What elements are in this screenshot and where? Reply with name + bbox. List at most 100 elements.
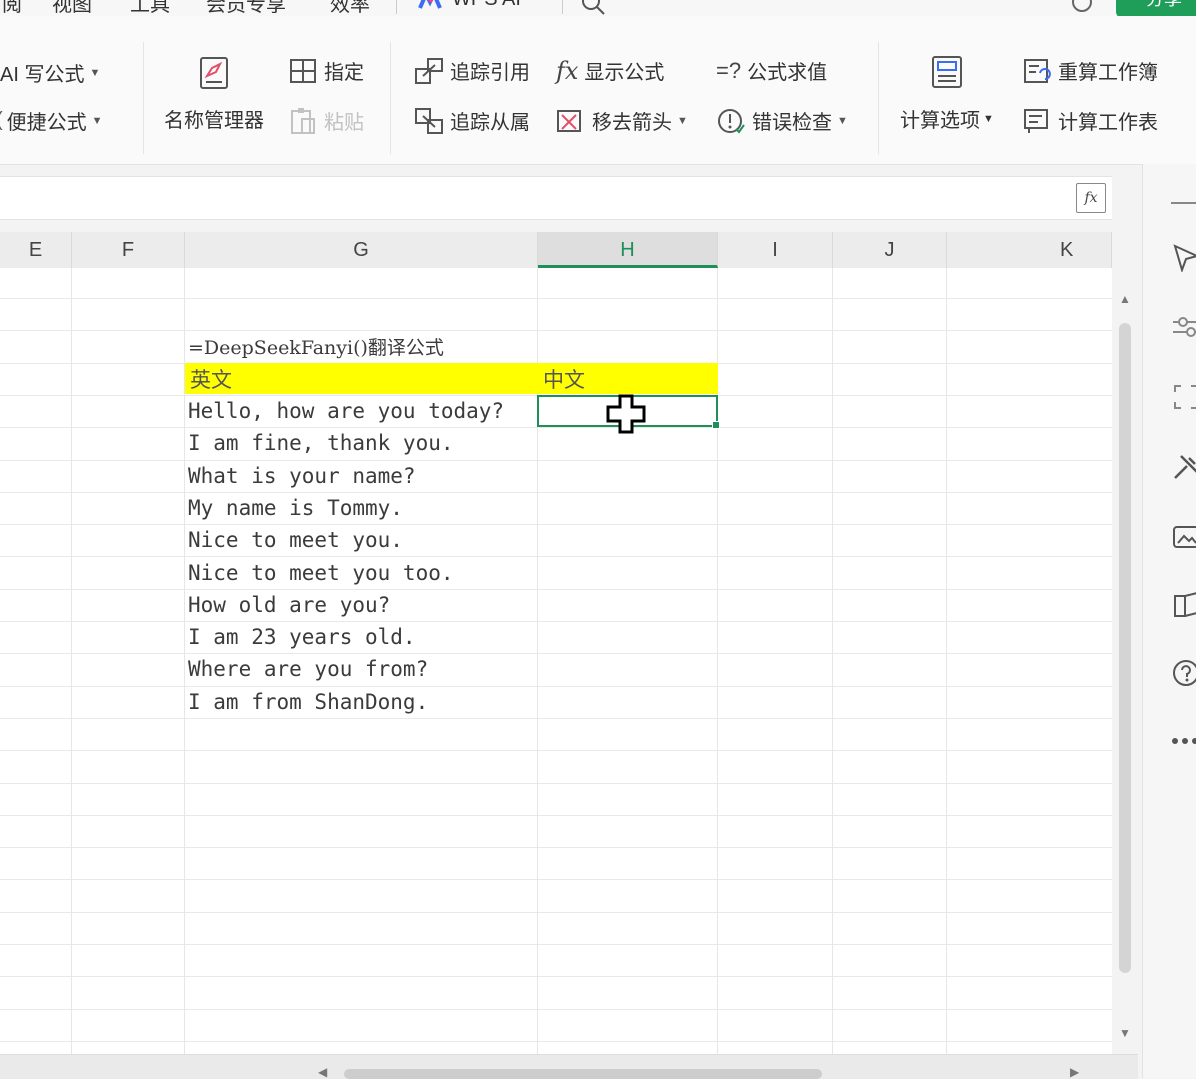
column-header-j[interactable]: J [833,232,947,268]
error-check-icon [718,108,745,134]
vertical-scrollbar[interactable]: ▲ ▼ [1112,268,1138,1054]
tools-icon[interactable] [1171,452,1196,482]
menu-divider [396,0,397,14]
quick-formula-button[interactable]: ( 便捷公式 ▼ [0,106,103,135]
share-button[interactable]: 分享 [1116,0,1196,16]
vertical-scroll-thumb[interactable] [1119,323,1131,973]
name-manager-icon [200,57,228,89]
ai-formula-label: AI 写公式 [0,64,85,86]
scroll-left-icon[interactable]: ◀ [318,1065,327,1079]
header-chinese-cell[interactable]: 中文 [543,364,585,396]
error-check-label: 错误检查 [752,112,832,134]
english-sentence-cell[interactable]: I am from ShanDong. [188,686,428,718]
trace-dependents-button[interactable]: 追踪从属 [414,106,530,135]
paste-button[interactable]: 粘贴 [288,106,364,135]
trace-dependents-label: 追踪从属 [450,112,530,134]
menu-efficiency[interactable]: 效率 [330,0,370,16]
evaluate-formula-button[interactable]: =? 公式求值 [716,56,827,85]
recalc-workbook-label: 重算工作簿 [1058,62,1158,84]
search-icon[interactable] [580,0,606,16]
formula-note-cell[interactable]: =DeepSeekFanyi()翻译公式 [188,332,444,364]
english-sentence-cell[interactable]: My name is Tommy. [188,492,403,524]
english-sentence-cell[interactable]: Where are you from? [188,653,428,685]
specify-label: 指定 [324,62,364,84]
column-header-f[interactable]: F [72,232,185,268]
evaluate-icon: =? [716,57,742,83]
menu-wps-ai[interactable]: WPS AI [452,0,521,11]
english-sentence-cell[interactable]: I am 23 years old. [188,621,416,653]
menu-tools[interactable]: 工具 [130,0,170,16]
chevron-down-icon: ▼ [91,114,103,127]
english-sentence-cell[interactable]: What is your name? [188,460,416,492]
specify-button[interactable]: 指定 [288,56,364,85]
scroll-up-icon[interactable]: ▲ [1119,292,1131,306]
column-header-i[interactable]: I [718,232,833,268]
book-icon[interactable] [1171,590,1196,620]
paste-icon [291,107,315,134]
error-check-button[interactable]: 错误检查 ▼ [716,106,848,135]
fx-icon: fx [556,56,579,85]
calc-sheet-icon [1024,108,1048,133]
spreadsheet-grid[interactable]: =DeepSeekFanyi()翻译公式 英文 中文 Hello, how ar… [0,268,1112,1054]
trace-dependents-icon [415,107,443,134]
pointer-icon[interactable] [1171,242,1196,272]
frame-icon[interactable] [1171,382,1196,412]
calc-options-icon [931,56,962,88]
menu-view[interactable]: 视图 [52,0,92,16]
grid-line [832,268,833,1054]
english-sentence-cell[interactable]: How old are you? [188,589,390,621]
chevron-down-icon: ▼ [837,114,848,127]
english-sentence-cell[interactable]: Hello, how are you today? [188,395,504,427]
column-header-g[interactable]: G [185,232,538,268]
cloud-icon[interactable] [1068,0,1096,12]
formula-ribbon: AI 写公式 ▼ ( 便捷公式 ▼ 名称管理器 指定 粘贴 [0,16,1196,165]
scroll-down-icon[interactable]: ▼ [1119,1026,1131,1040]
calc-options-button[interactable]: 计算选项 ▼ [900,54,994,133]
column-header-h[interactable]: H [538,232,718,268]
formula-bar[interactable]: fx [0,176,1112,220]
help-icon[interactable] [1171,658,1196,688]
recalc-workbook-button[interactable]: 重算工作簿 [1022,56,1158,85]
calc-options-label: 计算选项 [900,110,980,132]
remove-arrows-button[interactable]: 移去箭头 ▼ [556,106,688,135]
english-sentence-cell[interactable]: Nice to meet you too. [188,557,454,589]
image-icon[interactable] [1171,522,1196,552]
chevron-down-icon: ▼ [89,66,101,79]
menu-divider [562,0,563,14]
horizontal-scrollbar[interactable]: ◀ ▶ [0,1054,1138,1079]
menu-member[interactable]: 会员专享 [206,0,286,16]
trace-precedents-label: 追踪引用 [450,62,530,84]
settings-sliders-icon[interactable] [1171,312,1196,342]
collapse-line-icon[interactable] [1171,200,1196,206]
group-separator [390,42,391,154]
quick-formula-label: 便捷公式 [6,112,87,134]
name-manager-label: 名称管理器 [164,110,264,132]
column-header-k[interactable]: K [947,232,1112,268]
trace-precedents-button[interactable]: 追踪引用 [414,56,530,85]
english-sentence-cell[interactable]: Nice to meet you. [188,524,403,556]
scroll-right-icon[interactable]: ▶ [1070,1065,1079,1079]
english-sentence-cell[interactable]: I am fine, thank you. [188,427,454,459]
paste-label: 粘贴 [324,112,364,134]
calc-sheet-button[interactable]: 计算工作表 [1022,106,1158,135]
show-formulas-button[interactable]: fx 显示公式 [556,56,664,85]
wps-ai-logo-icon [418,0,442,9]
header-english-cell[interactable]: 英文 [190,364,232,396]
evaluate-formula-label: 公式求值 [747,62,828,84]
more-icon[interactable] [1171,736,1196,746]
menu-review[interactable]: 阅 [2,0,22,16]
specify-icon [290,58,316,83]
header-row-highlight [185,363,718,394]
column-headers: E F G H I J K [0,232,1112,269]
ai-formula-button[interactable]: AI 写公式 ▼ [0,58,100,87]
group-separator [878,42,879,154]
insert-function-icon[interactable]: fx [1076,183,1106,213]
right-side-panel [1142,164,1196,1078]
name-manager-button[interactable]: 名称管理器 [164,54,264,133]
remove-arrows-icon [557,109,581,132]
menu-bar: 阅 视图 工具 会员专享 效率 WPS AI 分享 [0,0,1196,16]
cell-select-cursor-icon [606,394,646,434]
column-header-e[interactable]: E [0,232,72,268]
group-separator [143,42,144,154]
chevron-down-icon: ▼ [677,114,688,127]
